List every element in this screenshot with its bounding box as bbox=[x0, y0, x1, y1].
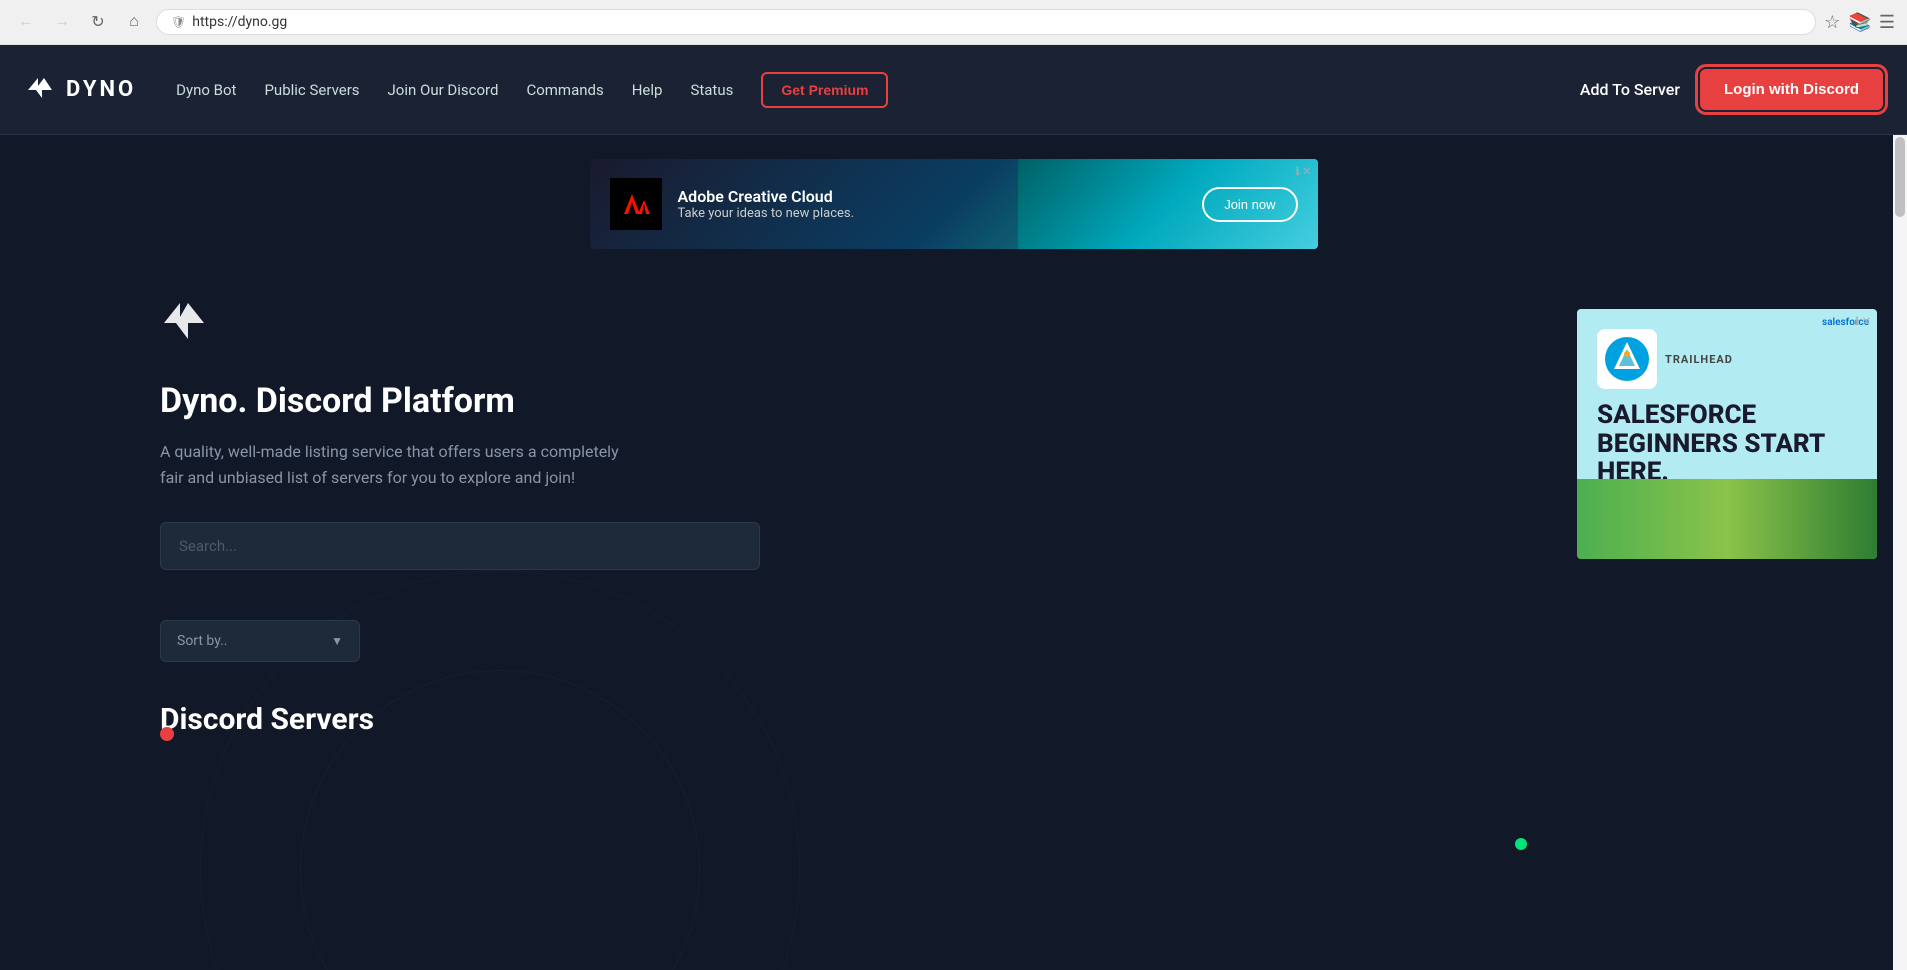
home-button[interactable]: ⌂ bbox=[120, 8, 148, 36]
logo-text: DYNO bbox=[66, 77, 136, 102]
star-icon[interactable]: ☆ bbox=[1824, 12, 1840, 33]
chevron-down-icon: ▼ bbox=[331, 634, 343, 648]
ad-text: Adobe Creative Cloud Take your ideas to … bbox=[678, 187, 1187, 221]
nav-join-discord[interactable]: Join Our Discord bbox=[388, 81, 499, 99]
side-ad: ℹ ✕ salesforce TRAILHEAD SALESFORCE BEGI… bbox=[1577, 309, 1877, 559]
scrollbar[interactable] bbox=[1893, 135, 1907, 970]
nav-public-servers[interactable]: Public Servers bbox=[264, 81, 359, 99]
hero-subtitle: A quality, well-made listing service tha… bbox=[160, 439, 640, 490]
search-placeholder: Search... bbox=[179, 537, 237, 555]
section-title: Discord Servers bbox=[160, 702, 374, 737]
site-header: DYNO Dyno Bot Public Servers Join Our Di… bbox=[0, 45, 1907, 135]
side-ad-brand-text: TRAILHEAD bbox=[1665, 353, 1733, 366]
hero-title: Dyno. Discord Platform bbox=[160, 381, 1747, 421]
sort-label: Sort by.. bbox=[177, 633, 228, 649]
nav-status[interactable]: Status bbox=[690, 81, 733, 99]
nav-help[interactable]: Help bbox=[632, 81, 663, 99]
header-right: Add To Server Login with Discord bbox=[1580, 69, 1883, 110]
sort-dropdown[interactable]: Sort by.. ▼ bbox=[160, 620, 360, 662]
hero-logo-icon bbox=[160, 299, 208, 347]
side-ad-bottom-image bbox=[1577, 479, 1877, 559]
browser-right-icons: ☆ 📚 ☰ bbox=[1824, 12, 1895, 33]
nav-dyno-bot[interactable]: Dyno Bot bbox=[176, 81, 236, 99]
dyno-logo-icon bbox=[24, 74, 56, 106]
scrollbar-thumb[interactable] bbox=[1895, 137, 1905, 217]
ad-subtitle: Take your ideas to new places. bbox=[678, 206, 1187, 221]
login-discord-button[interactable]: Login with Discord bbox=[1700, 69, 1883, 110]
logo[interactable]: DYNO bbox=[24, 74, 136, 106]
ad-title: Adobe Creative Cloud bbox=[678, 187, 1187, 206]
forward-button[interactable]: → bbox=[48, 8, 76, 36]
get-premium-button[interactable]: Get Premium bbox=[761, 72, 888, 108]
side-ad-header: TRAILHEAD bbox=[1597, 329, 1857, 389]
hero-section: Dyno. Discord Platform A quality, well-m… bbox=[0, 249, 1907, 767]
main-nav: Dyno Bot Public Servers Join Our Discord… bbox=[176, 72, 1580, 108]
side-ad-close-icons: ℹ ✕ bbox=[1855, 315, 1871, 328]
add-to-server-link[interactable]: Add To Server bbox=[1580, 80, 1680, 99]
search-bar[interactable]: Search... bbox=[160, 522, 760, 570]
back-button[interactable]: ← bbox=[12, 8, 40, 36]
ad-join-button[interactable]: Join now bbox=[1202, 187, 1297, 222]
browser-chrome: ← → ↻ ⌂ 🛡 https://dyno.gg ☆ 📚 ☰ bbox=[0, 0, 1907, 45]
adobe-logo bbox=[610, 178, 662, 230]
refresh-button[interactable]: ↻ bbox=[84, 8, 112, 36]
address-bar[interactable]: 🛡 https://dyno.gg bbox=[156, 9, 1816, 35]
trailhead-logo bbox=[1597, 329, 1657, 389]
ad-banner: Adobe Creative Cloud Take your ideas to … bbox=[590, 159, 1318, 249]
url-text: https://dyno.gg bbox=[192, 14, 287, 30]
pocket-icon[interactable]: 📚 bbox=[1848, 12, 1870, 33]
lock-icon: 🛡 bbox=[171, 15, 186, 29]
main-content: Adobe Creative Cloud Take your ideas to … bbox=[0, 135, 1907, 970]
menu-icon[interactable]: ☰ bbox=[1879, 12, 1895, 33]
nav-commands[interactable]: Commands bbox=[526, 81, 603, 99]
ad-close-icons: ℹ ✕ bbox=[1295, 165, 1311, 178]
side-ad-title: SALESFORCE BEGINNERS START HERE. bbox=[1597, 401, 1857, 487]
green-dot-decoration bbox=[1515, 838, 1527, 850]
